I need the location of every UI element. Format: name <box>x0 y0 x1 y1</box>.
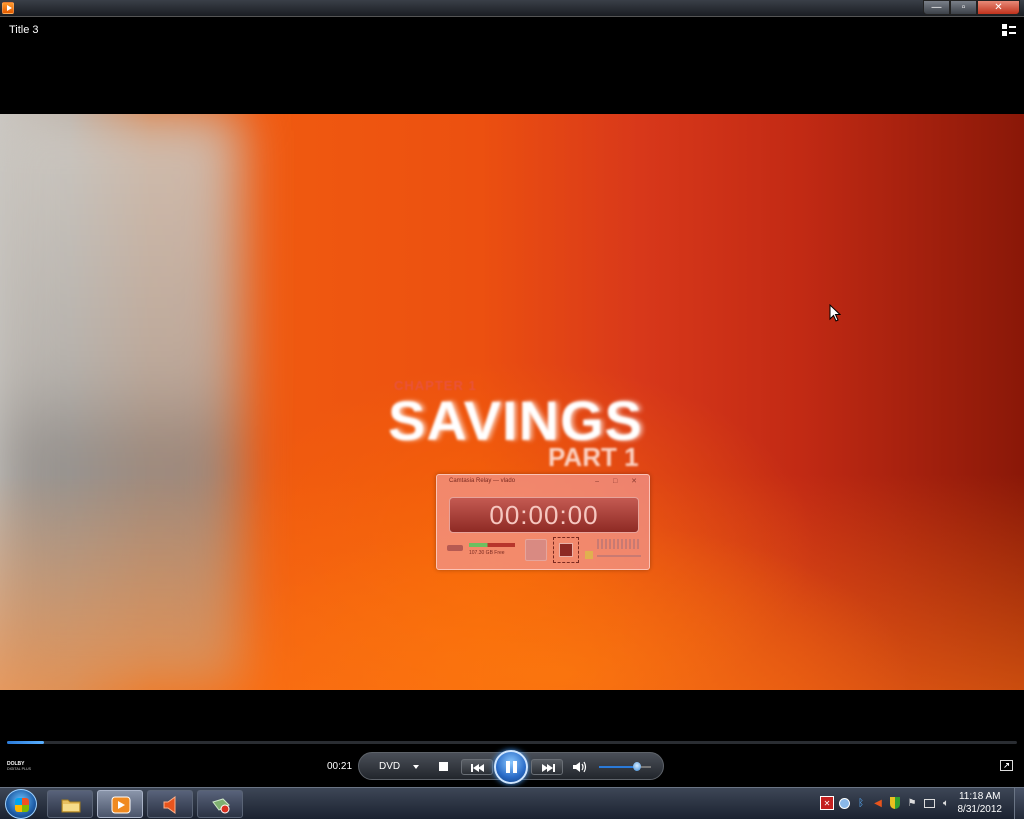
video-part-text: PART 1 <box>548 442 639 472</box>
close-button[interactable]: ✕ <box>977 0 1020 15</box>
chevron-down-icon[interactable] <box>413 765 419 769</box>
folder-icon <box>61 799 81 813</box>
now-playing-title: Title 3 <box>9 24 39 36</box>
warning-icon <box>585 551 593 559</box>
minimize-button[interactable]: — <box>923 0 950 15</box>
microphone-icon[interactable] <box>447 545 463 551</box>
recorder-controls: 107.30 GB Free <box>445 537 643 565</box>
pause-button[interactable] <box>494 750 528 784</box>
stop-icon <box>559 543 573 557</box>
seek-bar-progress <box>7 741 45 744</box>
playback-controls: DVD <box>358 750 664 784</box>
dolby-logo-bottom: DIGITAL PLUS <box>7 767 31 771</box>
network-icon[interactable] <box>922 796 936 810</box>
recorder-window-controls[interactable]: – □ ✕ <box>595 477 643 485</box>
volume-tray-icon[interactable]: 🔈︎ <box>939 796 953 810</box>
recorder-stop-button[interactable] <box>553 537 579 563</box>
recorder-pause-button[interactable] <box>525 539 547 561</box>
mouse-cursor-icon <box>829 304 841 322</box>
speaker-icon <box>163 796 176 814</box>
taskbar-media-player-button[interactable] <box>97 790 143 818</box>
elapsed-time: 00:21 <box>327 761 353 772</box>
pdf-icon[interactable]: ✕ <box>820 796 834 810</box>
window-controls: — ▫ ✕ <box>923 0 1020 15</box>
dolby-logo: DOLBY DIGITAL PLUS <box>7 761 35 773</box>
taskbar-recorder-app-button[interactable] <box>197 790 243 818</box>
windows-logo-icon <box>15 798 29 812</box>
start-button[interactable] <box>5 789 37 819</box>
restore-button[interactable]: ▫ <box>950 0 977 15</box>
seek-bar[interactable] <box>7 741 1017 744</box>
volume-slider-thumb[interactable] <box>633 762 641 771</box>
previous-icon <box>471 764 484 772</box>
switch-to-library-icon[interactable] <box>1002 24 1016 36</box>
speaker-tray-icon[interactable]: ◀ <box>871 796 885 810</box>
system-tray: ✕ ᛒ ◀ ⚑ 🔈︎ <box>820 796 953 812</box>
recorder-title: Camtasia Relay — vlado <box>449 478 516 484</box>
volume-icon[interactable] <box>572 760 588 774</box>
previous-button[interactable] <box>461 759 493 775</box>
media-player-app-icon <box>2 2 14 14</box>
dvd-menu-button[interactable]: DVD <box>379 761 400 772</box>
video-frame[interactable]: CHAPTER 1 SAVINGS PART 1 Camtasia Relay … <box>0 114 1024 690</box>
fullscreen-button[interactable] <box>1000 760 1013 771</box>
recorder-timer: 00:00:00 <box>449 497 639 533</box>
volume-slider[interactable] <box>599 766 651 768</box>
taskbar-speaker-app-button[interactable] <box>147 790 193 818</box>
window-titlebar: — ▫ ✕ <box>0 0 1024 17</box>
flag-icon[interactable]: ⚑ <box>905 796 919 810</box>
recorder-volume-slider[interactable] <box>597 555 641 557</box>
media-player-icon <box>111 796 131 814</box>
taskbar-clock[interactable]: 11:18 AM 8/31/2012 <box>958 790 1003 816</box>
show-desktop-button[interactable] <box>1014 788 1024 819</box>
taskbar-explorer-button[interactable] <box>47 790 93 818</box>
recorder-overlay-window[interactable]: Camtasia Relay — vlado – □ ✕ 00:00:00 10… <box>436 474 650 570</box>
audio-level-meter <box>469 543 515 547</box>
clock-date: 8/31/2012 <box>957 804 1003 815</box>
clock-time: 11:18 AM <box>958 791 1001 802</box>
recorder-free-space: 107.30 GB Free <box>469 550 505 556</box>
network-globe-icon[interactable] <box>837 796 851 810</box>
bluetooth-icon[interactable]: ᛒ <box>854 796 868 810</box>
stop-button[interactable] <box>439 762 448 771</box>
recorder-icon <box>212 798 230 814</box>
security-shield-icon[interactable] <box>888 796 902 810</box>
next-button[interactable] <box>531 759 563 775</box>
next-icon <box>542 764 555 772</box>
recorder-volume-meter <box>597 539 641 549</box>
